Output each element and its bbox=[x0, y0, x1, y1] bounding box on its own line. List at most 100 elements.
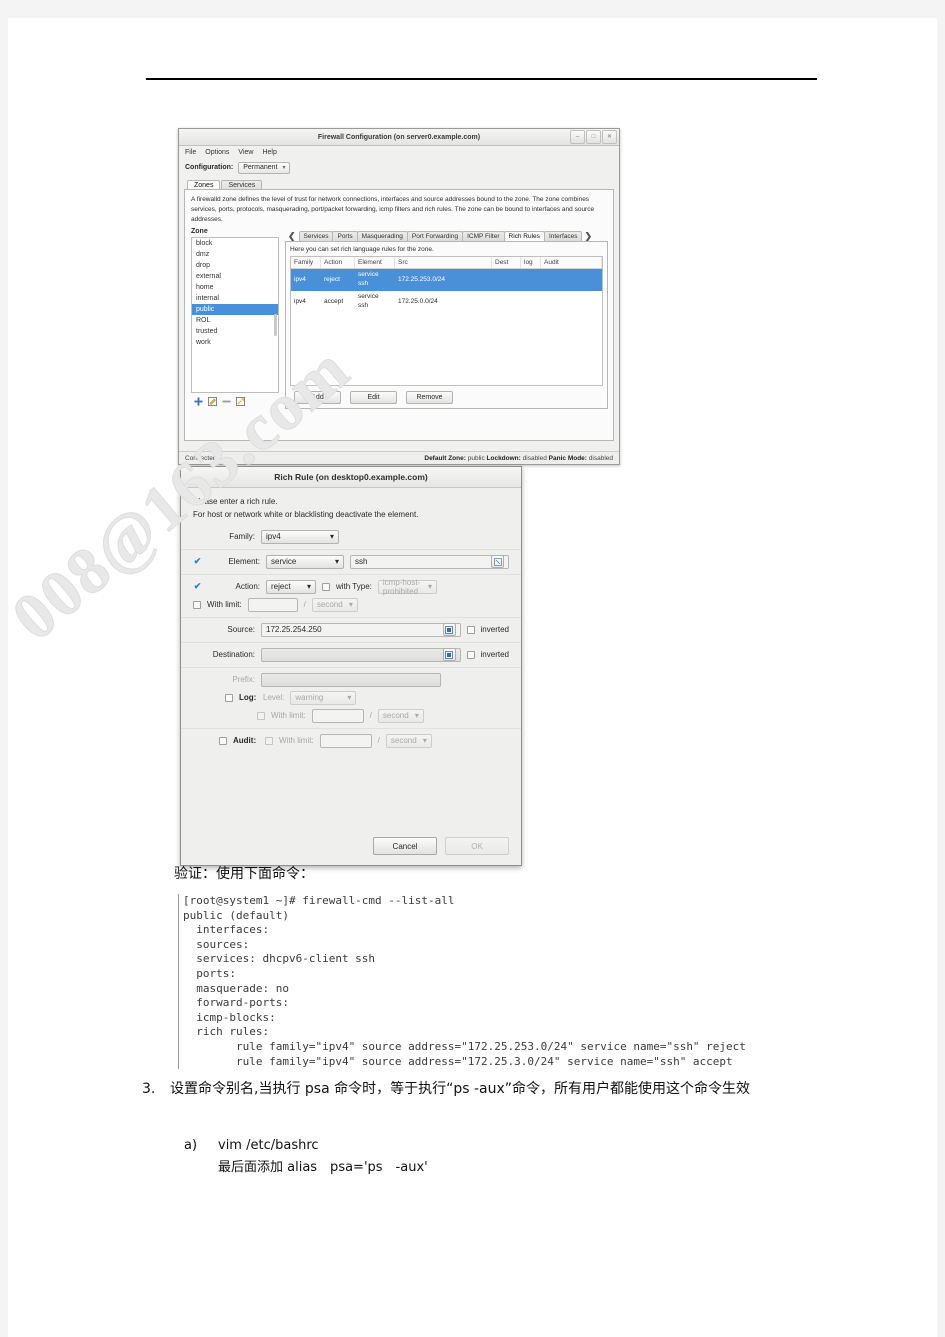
log-limit-input[interactable] bbox=[311, 708, 364, 723]
family-select[interactable]: ipv4 ▾ bbox=[261, 529, 339, 544]
menu-view[interactable]: View bbox=[238, 149, 253, 156]
subtab-ports[interactable]: Ports bbox=[332, 231, 358, 242]
cell-audit bbox=[541, 279, 602, 281]
add-zone-icon[interactable] bbox=[194, 397, 203, 406]
cancel-button[interactable]: Cancel bbox=[373, 837, 437, 855]
audit-with-limit-checkbox[interactable] bbox=[265, 736, 273, 745]
minimize-icon[interactable]: – bbox=[570, 130, 585, 144]
cell-log bbox=[521, 279, 541, 281]
rich-rules-header-row: Family Action Element Src Dest log Audit bbox=[291, 257, 602, 270]
subtab-port-forwarding[interactable]: Port Forwarding bbox=[406, 231, 464, 242]
zone-item-public[interactable]: public bbox=[192, 304, 278, 316]
cell-element: service ssh bbox=[358, 293, 379, 310]
chevron-right-icon[interactable]: ❯ bbox=[581, 232, 595, 241]
zones-body: Zone block dmz drop external home intern… bbox=[185, 228, 613, 410]
action-with-limit-checkbox[interactable] bbox=[193, 600, 201, 609]
family-label: Family: bbox=[229, 532, 255, 542]
picker-icon[interactable] bbox=[491, 555, 504, 569]
rich-rule-dialog: Rich Rule (on desktop0.example.com) Plea… bbox=[180, 466, 522, 866]
status-lockdown-value: disabled bbox=[522, 454, 547, 462]
action-limit-input[interactable] bbox=[247, 597, 298, 612]
log-with-limit-label: With limit: bbox=[271, 711, 306, 721]
zone-item-work[interactable]: work bbox=[192, 337, 278, 348]
window-controls: – □ ✕ bbox=[570, 130, 617, 144]
sub-item-text: vim /etc/bashrc bbox=[218, 1138, 319, 1153]
menu-options[interactable]: Options bbox=[205, 149, 229, 156]
edit-button[interactable]: Edit bbox=[350, 391, 397, 405]
picker-icon[interactable] bbox=[442, 623, 456, 637]
subtab-services[interactable]: Services bbox=[298, 231, 334, 242]
firewall-configuration-window: Firewall Configuration (on server0.examp… bbox=[178, 128, 620, 465]
ok-button[interactable]: OK bbox=[445, 837, 509, 855]
with-type-checkbox[interactable] bbox=[322, 582, 330, 591]
rich-rules-table[interactable]: Family Action Element Src Dest log Audit… bbox=[290, 256, 603, 387]
table-row[interactable]: ipv4 accept service ssh 172.25.0.0/24 bbox=[291, 291, 602, 313]
list-item: 3. 设置命令别名,当执行 psa 命令时，等于执行“ps -aux”命令，所有… bbox=[142, 1078, 842, 1101]
audit-limit-unit-select[interactable]: second ▾ bbox=[385, 733, 432, 748]
action-checkbox[interactable]: ✔ bbox=[193, 582, 202, 591]
subtab-icmp-filter[interactable]: ICMP Filter bbox=[462, 231, 505, 242]
subtab-interfaces[interactable]: Interfaces bbox=[543, 231, 583, 242]
zone-item-drop[interactable]: drop bbox=[192, 260, 278, 271]
with-type-select[interactable]: icmp-host-prohibited ▾ bbox=[377, 578, 437, 596]
remove-button[interactable]: Remove bbox=[406, 391, 453, 405]
log-checkbox[interactable] bbox=[225, 693, 233, 702]
log-with-limit-checkbox[interactable] bbox=[257, 711, 265, 720]
terminal-output: [root@system1 ~]# firewall-cmd --list-al… bbox=[178, 894, 843, 1070]
zone-item-external[interactable]: external bbox=[192, 271, 278, 282]
remove-zone-icon[interactable] bbox=[222, 397, 231, 406]
action-limit-unit-value: second bbox=[316, 600, 343, 610]
dialog-buttons: Cancel OK bbox=[373, 837, 509, 855]
cell-family: ipv4 bbox=[294, 297, 306, 305]
level-select[interactable]: warning ▾ bbox=[290, 690, 357, 705]
load-defaults-icon[interactable] bbox=[236, 397, 245, 407]
audit-limit-input[interactable] bbox=[319, 733, 372, 748]
action-limit-unit-select[interactable]: second ▾ bbox=[311, 597, 358, 612]
configuration-value: Permanent bbox=[243, 164, 278, 171]
chevron-left-icon[interactable]: ❮ bbox=[285, 232, 299, 241]
add-button[interactable]: Add bbox=[294, 391, 341, 405]
table-row[interactable]: ipv4 reject service ssh 172.25.253.0/24 bbox=[291, 269, 602, 292]
column-family: Family bbox=[291, 257, 321, 269]
maximize-icon[interactable]: □ bbox=[586, 130, 601, 144]
element-type-select[interactable]: service ▾ bbox=[266, 554, 344, 569]
chevron-down-icon: ▾ bbox=[414, 711, 419, 721]
element-value-input[interactable]: ssh bbox=[350, 554, 509, 569]
source-value: 172.25.254.250 bbox=[266, 625, 322, 635]
zone-list[interactable]: block dmz drop external home internal pu… bbox=[191, 237, 279, 394]
element-checkbox[interactable]: ✔ bbox=[193, 557, 202, 566]
zone-description: A firewalld zone defines the level of tr… bbox=[191, 196, 595, 223]
menu-file[interactable]: File bbox=[185, 149, 196, 156]
cell-element: service ssh bbox=[358, 271, 379, 288]
zone-item-dmz[interactable]: dmz bbox=[192, 249, 278, 260]
zone-item-rol[interactable]: ROL bbox=[192, 315, 278, 326]
rich-rules-panel: Here you can set rich language rules for… bbox=[285, 241, 608, 410]
picker-icon[interactable] bbox=[442, 648, 456, 662]
subtab-rich-rules[interactable]: Rich Rules bbox=[503, 231, 545, 242]
close-icon[interactable]: ✕ bbox=[602, 130, 617, 144]
configuration-select[interactable]: Permanent ▾ bbox=[238, 161, 291, 174]
source-input[interactable]: 172.25.254.250 bbox=[261, 622, 461, 637]
cell-dest bbox=[492, 301, 521, 303]
action-select[interactable]: reject ▾ bbox=[266, 579, 316, 594]
destination-row: Destination: inverted bbox=[181, 643, 521, 668]
zone-list-scrollbar[interactable] bbox=[274, 314, 277, 337]
column-action: Action bbox=[321, 257, 355, 269]
prefix-input[interactable] bbox=[261, 672, 441, 687]
zone-item-home[interactable]: home bbox=[192, 282, 278, 293]
destination-inverted-checkbox[interactable] bbox=[466, 650, 475, 659]
audit-checkbox[interactable] bbox=[219, 736, 227, 745]
menu-help[interactable]: Help bbox=[262, 149, 276, 156]
zone-item-internal[interactable]: internal bbox=[192, 293, 278, 304]
source-inverted-checkbox[interactable] bbox=[466, 625, 475, 634]
zone-item-block[interactable]: block bbox=[192, 238, 278, 249]
edit-zone-icon[interactable] bbox=[208, 397, 217, 407]
destination-input[interactable] bbox=[261, 647, 461, 662]
zone-item-trusted[interactable]: trusted bbox=[192, 326, 278, 337]
configuration-label: Configuration: bbox=[185, 164, 234, 171]
menubar: File Options View Help bbox=[179, 146, 619, 159]
log-limit-unit-select[interactable]: second ▾ bbox=[377, 708, 424, 723]
cell-log bbox=[521, 301, 541, 303]
destination-label: Destination: bbox=[212, 650, 255, 660]
subtab-masquerading[interactable]: Masquerading bbox=[356, 231, 408, 242]
